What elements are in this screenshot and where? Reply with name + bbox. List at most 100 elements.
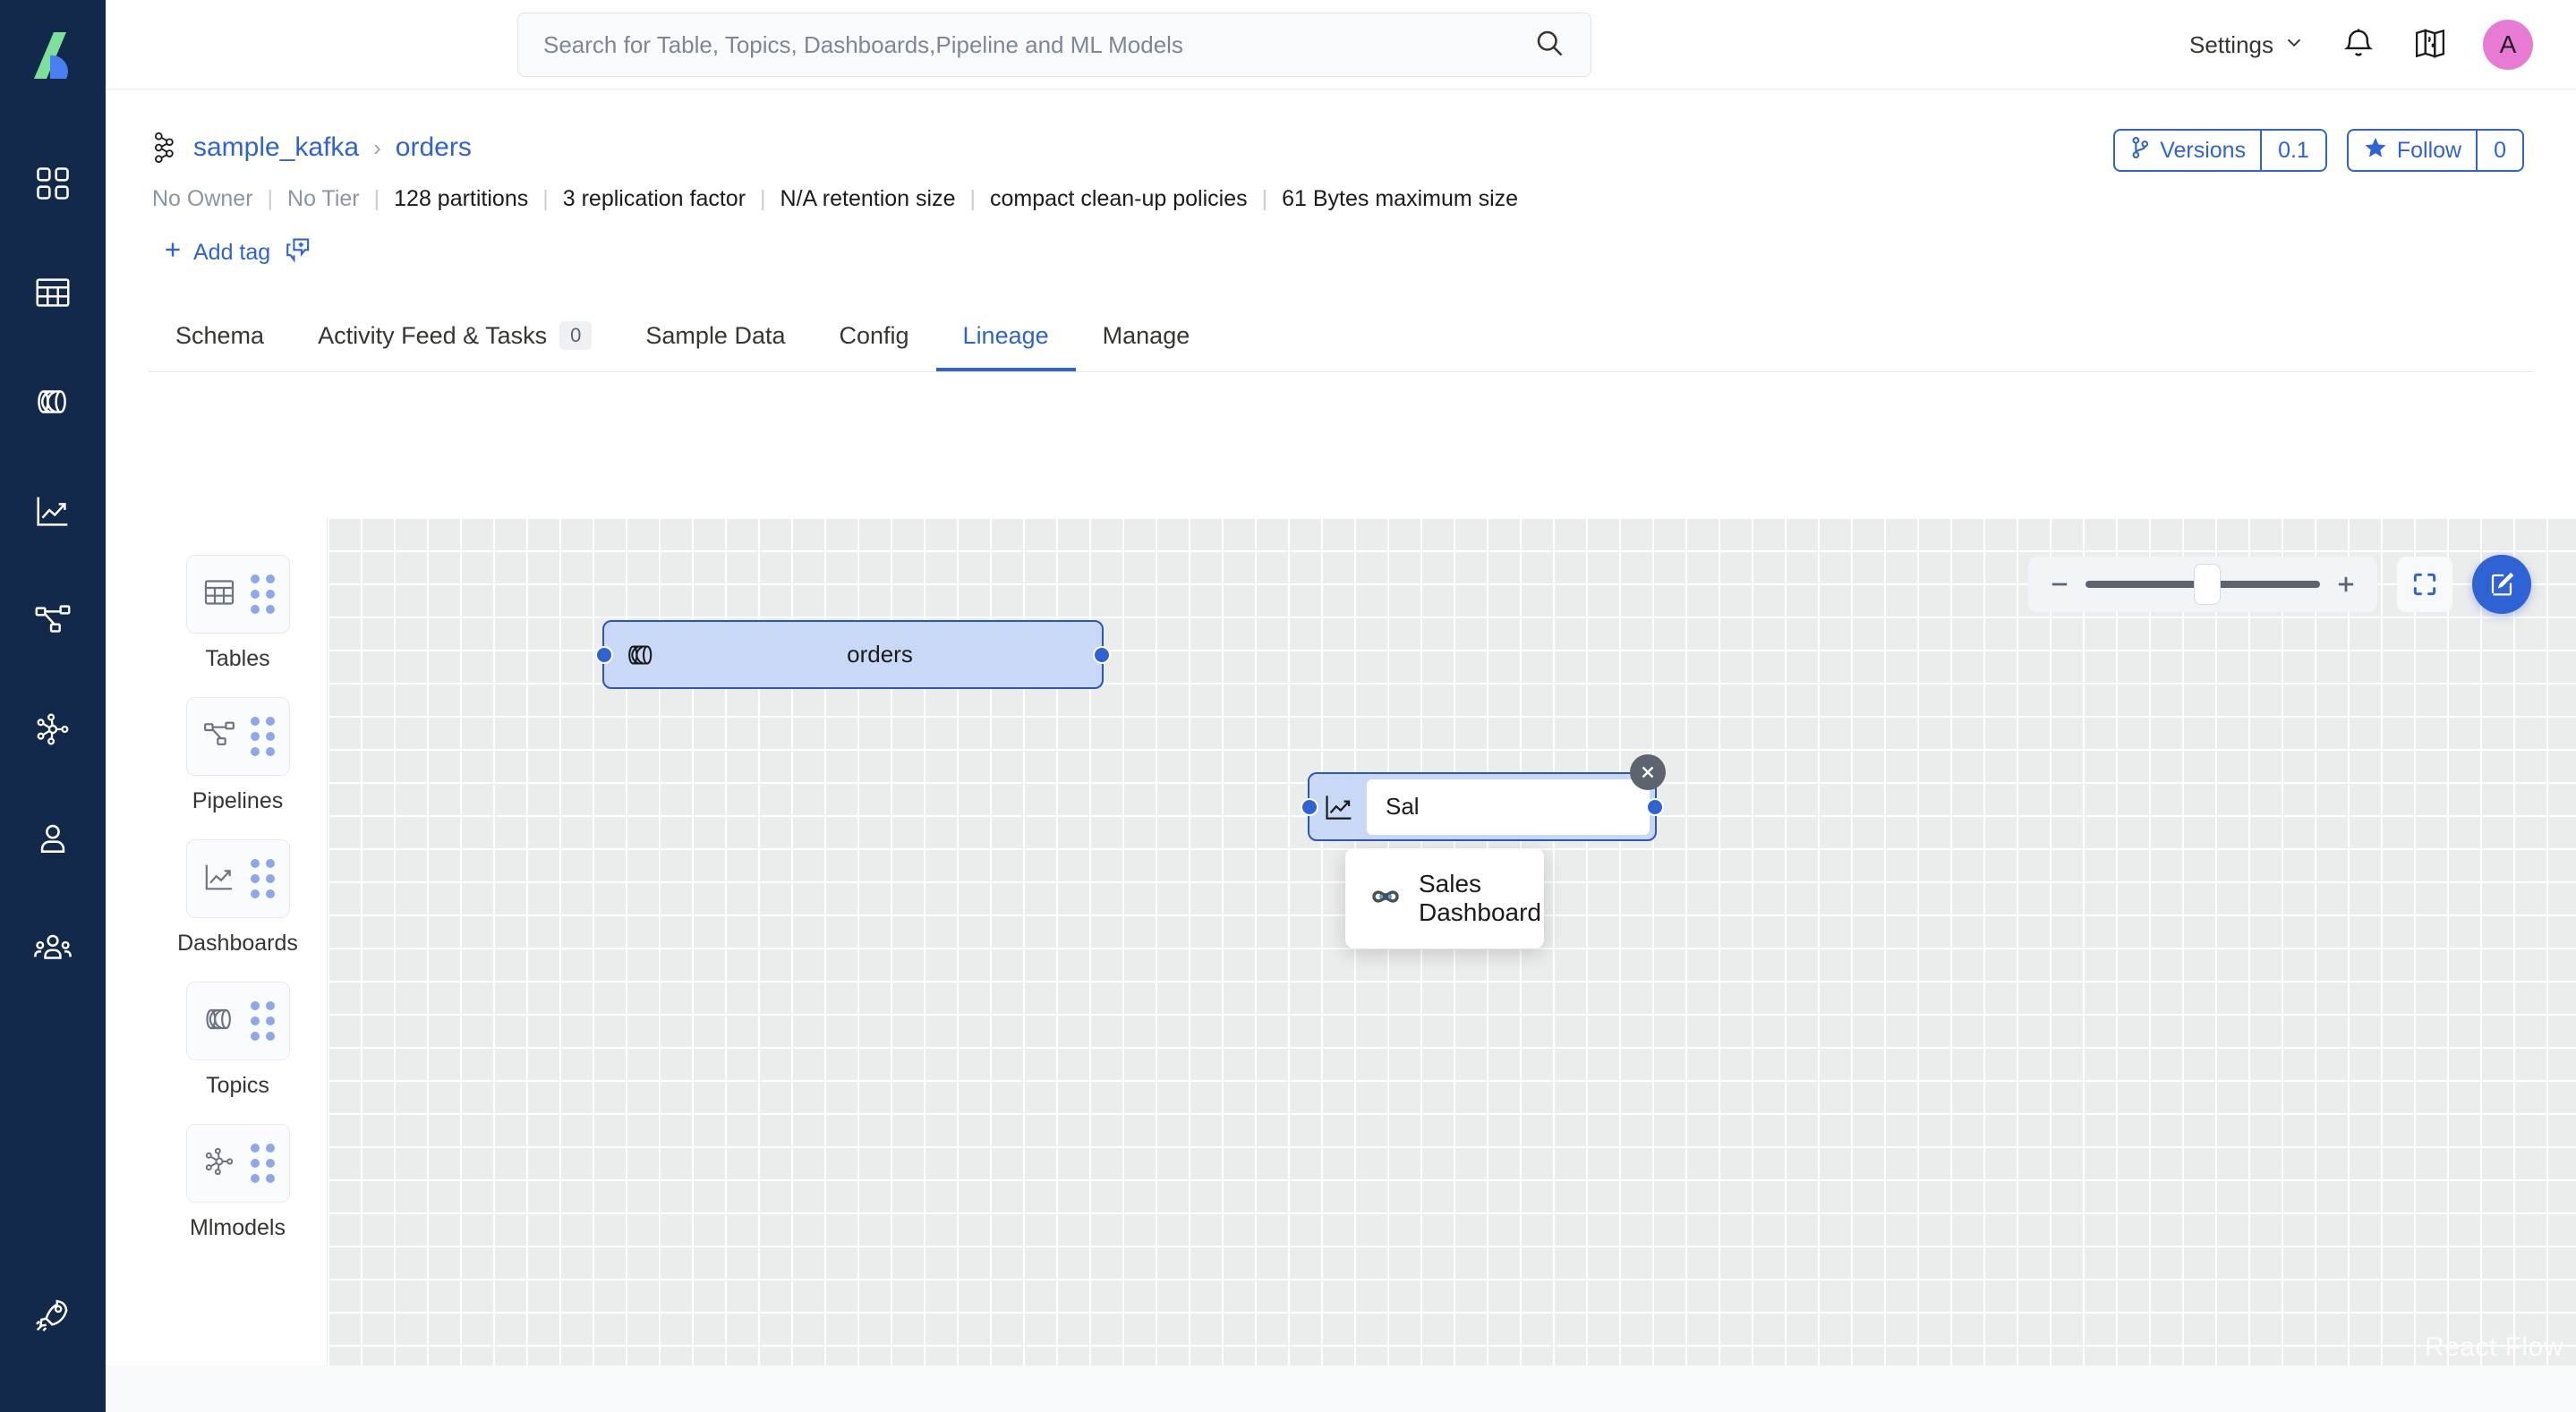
topic-icon <box>201 1001 237 1042</box>
search-icon[interactable] <box>1533 27 1565 64</box>
breadcrumb-service[interactable]: sample_kafka <box>193 132 359 163</box>
drag-handle-icon[interactable] <box>251 717 275 756</box>
palette-label: Topics <box>206 1073 269 1099</box>
versions-count[interactable]: 0.1 <box>2260 131 2325 170</box>
drag-handle-icon[interactable] <box>251 859 275 898</box>
left-sidebar <box>0 0 106 1412</box>
topic-icon <box>624 638 658 672</box>
versions-button[interactable]: Versions 0.1 <box>2113 129 2327 172</box>
sidebar-item-teams[interactable] <box>0 893 106 1002</box>
search-input[interactable] <box>543 31 1533 59</box>
meta-replication: 3 replication factor <box>563 186 746 212</box>
sidebar-item-tables[interactable] <box>0 238 106 347</box>
zoom-slider-group[interactable] <box>2028 557 2377 612</box>
entity-header: sample_kafka › orders No Owner | No Tier… <box>106 89 2576 270</box>
palette-label: Dashboards <box>177 931 298 957</box>
tab-manage[interactable]: Manage <box>1076 303 1217 371</box>
tab-badge: 0 <box>559 321 592 350</box>
tab-label: Manage <box>1103 322 1190 350</box>
node-label: orders <box>658 641 1102 668</box>
node-handle-right[interactable] <box>1093 646 1111 664</box>
openmetadata-logo[interactable] <box>20 20 86 86</box>
drag-handle-icon[interactable] <box>251 1001 275 1041</box>
tab-lineage[interactable]: Lineage <box>936 303 1076 371</box>
drag-handle-icon[interactable] <box>251 1144 275 1183</box>
node-handle-left[interactable] <box>595 646 613 664</box>
lineage-node-new-dashboard[interactable] <box>1308 772 1657 841</box>
sidebar-item-mlmodels[interactable] <box>0 675 106 784</box>
lineage-canvas-wrap: orders <box>328 517 2576 1412</box>
kafka-service-icon <box>149 131 179 165</box>
plus-icon <box>161 238 184 268</box>
palette-item-mlmodels[interactable]: Mlmodels <box>149 1124 327 1241</box>
tag-row: Add tag <box>161 235 2522 270</box>
versions-label: Versions <box>2160 138 2246 164</box>
zoom-out-button[interactable] <box>2046 572 2073 597</box>
meta-divider: | <box>528 186 563 212</box>
zoom-in-button[interactable] <box>2333 572 2359 597</box>
table-icon <box>201 574 237 615</box>
entity-tabs: Schema Activity Feed & Tasks 0 Sample Da… <box>149 304 2533 372</box>
fit-view-button[interactable] <box>2397 557 2452 612</box>
settings-menu[interactable]: Settings <box>2189 30 2306 60</box>
meta-divider: | <box>253 186 288 212</box>
node-search-input[interactable] <box>1386 793 1631 821</box>
add-tag-button[interactable]: Add tag <box>161 238 270 268</box>
pipeline-icon <box>201 717 237 757</box>
meta-tier: No Tier <box>287 186 360 212</box>
node-handle-right[interactable] <box>1646 798 1664 816</box>
sidebar-item-my-data[interactable] <box>0 129 106 238</box>
meta-cleanup: compact clean-up policies <box>990 186 1248 212</box>
bell-icon[interactable] <box>2340 24 2377 66</box>
meta-divider: | <box>360 186 395 212</box>
tab-config[interactable]: Config <box>813 303 936 371</box>
remove-node-button[interactable] <box>1630 754 1666 790</box>
node-suggestion-dropdown[interactable]: Sales Dashboard <box>1345 848 1544 948</box>
react-flow-watermark: React Flow <box>2425 1332 2563 1363</box>
zoom-slider-thumb[interactable] <box>2194 564 2221 605</box>
palette-item-topics[interactable]: Topics <box>149 982 327 1099</box>
palette-item-tables[interactable]: Tables <box>149 555 327 672</box>
lineage-node-orders[interactable]: orders <box>602 620 1104 689</box>
sidebar-item-pipelines[interactable] <box>0 566 106 675</box>
drag-handle-icon[interactable] <box>251 574 275 614</box>
sidebar-item-dashboards[interactable] <box>0 456 106 566</box>
breadcrumb-current[interactable]: orders <box>396 132 472 163</box>
tab-label: Lineage <box>963 322 1049 350</box>
follow-count[interactable]: 0 <box>2476 131 2522 170</box>
request-tag-icon[interactable] <box>283 235 313 270</box>
avatar-initial: A <box>2500 30 2517 59</box>
avatar[interactable]: A <box>2483 20 2533 70</box>
lineage-canvas[interactable]: orders <box>328 517 2576 1375</box>
zoom-slider-track[interactable] <box>2086 581 2320 588</box>
meta-retention: N/A retention size <box>780 186 956 212</box>
node-handle-left[interactable] <box>1301 798 1318 816</box>
top-bar: Settings <box>106 0 2576 89</box>
dashboard-icon <box>1322 790 1356 824</box>
tab-schema[interactable]: Schema <box>149 303 291 371</box>
palette-item-dashboards[interactable]: Dashboards <box>149 839 327 957</box>
breadcrumb-separator: › <box>373 134 381 162</box>
palette-item-pipelines[interactable]: Pipelines <box>149 697 327 814</box>
meta-partitions: 128 partitions <box>394 186 528 212</box>
meta-divider: | <box>955 186 990 212</box>
header-actions: Versions 0.1 Follow 0 <box>2113 129 2524 172</box>
sidebar-item-users[interactable] <box>0 784 106 893</box>
add-tag-label: Add tag <box>193 240 270 266</box>
settings-label: Settings <box>2189 31 2273 59</box>
global-search[interactable] <box>517 13 1591 77</box>
tab-activity-feed[interactable]: Activity Feed & Tasks 0 <box>291 303 618 371</box>
canvas-controls <box>2028 555 2531 614</box>
map-icon[interactable] <box>2411 24 2449 66</box>
meta-maxsize: 61 Bytes maximum size <box>1282 186 1518 212</box>
tab-label: Sample Data <box>645 322 785 350</box>
node-search-field[interactable] <box>1367 779 1650 835</box>
suggestion-item[interactable]: Sales Dashboard <box>1345 857 1544 940</box>
palette-label: Pipelines <box>192 788 283 814</box>
sidebar-item-topics[interactable] <box>0 347 106 456</box>
follow-button[interactable]: Follow 0 <box>2347 129 2524 172</box>
edit-lineage-button[interactable] <box>2472 555 2531 614</box>
tab-sample-data[interactable]: Sample Data <box>618 303 812 371</box>
follow-label: Follow <box>2397 138 2461 164</box>
sidebar-item-whats-new[interactable] <box>0 1260 106 1369</box>
